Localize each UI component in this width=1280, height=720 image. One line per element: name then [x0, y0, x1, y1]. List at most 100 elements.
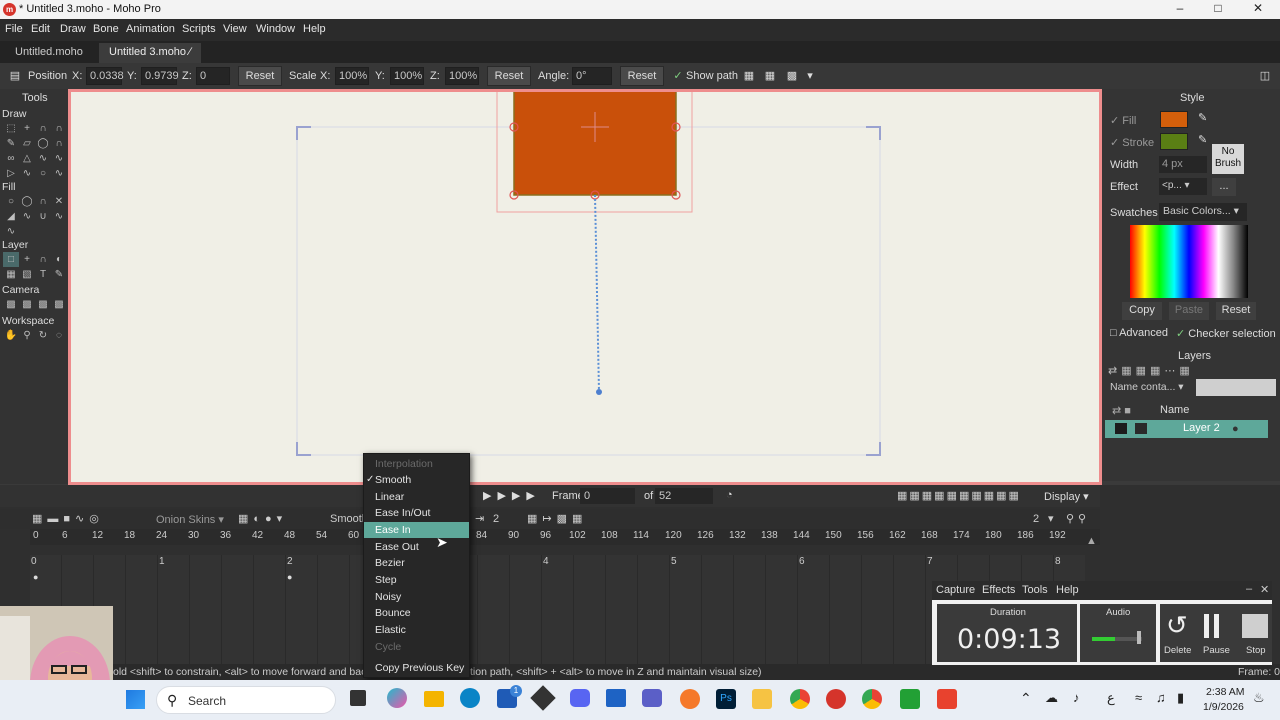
no-brush-button[interactable]: No Brush [1212, 144, 1244, 174]
end-frame-field[interactable]: 52 [655, 488, 713, 504]
canvas[interactable] [71, 92, 1099, 482]
advanced-checkbox[interactable]: □ Advanced [1110, 327, 1168, 339]
stop-icon[interactable] [1242, 614, 1268, 638]
menu-item-bezier[interactable]: Bezier [364, 555, 469, 571]
timeline-tracks[interactable]: 0 1 2 4 5 6 7 8 ● ● [30, 555, 1085, 665]
audio-icon[interactable]: ◔ [726, 489, 733, 501]
position-y-field[interactable]: 0.9739 [141, 67, 179, 85]
option-icon-2[interactable]: ▦ [763, 69, 777, 83]
menu-item-linear[interactable]: Linear [364, 489, 469, 505]
recorder-tab-help[interactable]: Help [1056, 584, 1079, 596]
pause-label[interactable]: Pause [1203, 645, 1230, 656]
notifications-bell-icon[interactable]: ♨ [1253, 690, 1265, 706]
menu-item-step[interactable]: Step [364, 572, 469, 588]
keys-field[interactable]: 2 [493, 513, 499, 525]
delete-label[interactable]: Delete [1164, 645, 1191, 656]
menu-file[interactable]: File [5, 23, 23, 35]
layers-filter-input[interactable] [1196, 379, 1276, 396]
fill-tools[interactable]: ○ ◯ ∩ ✕ ◢ ∿ ∪ ∿ ∿ [3, 194, 67, 239]
option-icon-1[interactable]: ▦ [742, 69, 756, 83]
stroke-color-swatch[interactable] [1160, 133, 1188, 150]
blender-icon[interactable] [680, 689, 700, 709]
menu-help[interactable]: Help [303, 23, 326, 35]
sticky-notes-icon[interactable] [752, 689, 772, 709]
menu-item-noisy[interactable]: Noisy [364, 589, 469, 605]
battery-icon[interactable]: ▮ [1177, 690, 1184, 706]
reset-style-button[interactable]: Reset [1216, 302, 1256, 320]
fill-brush-icon[interactable]: ✎ [1198, 111, 1207, 124]
app-icon-green[interactable] [900, 689, 920, 709]
chrome-profile-icon[interactable] [862, 689, 882, 709]
onion-skins-dropdown[interactable]: Onion Skins ▾ [156, 513, 224, 526]
menu-view[interactable]: View [223, 23, 247, 35]
layer-row[interactable]: Layer 2 ● [1105, 420, 1268, 438]
menu-item-ease-out[interactable]: Ease Out [364, 539, 469, 555]
scale-x-field[interactable]: 100% [335, 67, 369, 85]
close-icon[interactable]: ✕ [1248, 1, 1268, 18]
color-swatch-palette[interactable] [1130, 225, 1248, 298]
tray-cloud-icon[interactable]: ☁ [1045, 690, 1058, 706]
task-view-icon[interactable] [350, 690, 366, 706]
zoom-icons[interactable]: ⚲⚲ [1066, 512, 1090, 525]
timeline-tool-icons[interactable]: ▦▬■∿◎ [32, 512, 104, 525]
keyframe-tool-icons[interactable]: ▦◐●▾ [238, 512, 287, 525]
position-x-field[interactable]: 0.0338 [86, 67, 124, 85]
menu-item-bounce[interactable]: Bounce [364, 605, 469, 621]
menu-bone[interactable]: Bone [93, 23, 119, 35]
playback-controls[interactable]: ▶▶▶▶ [483, 489, 541, 502]
zoom-dropdown-icon[interactable]: ▾ [1048, 512, 1054, 525]
workspace-tools[interactable]: ✋ ⚲ ↻ ◌ [3, 328, 67, 343]
panel-toggle-icon[interactable]: ◫ [1258, 69, 1272, 83]
camera-tools[interactable]: ▩ ▩ ▩ ▩ [3, 297, 67, 312]
layer-tools[interactable]: □ + ∩ ◐ ▦ ▧ T ✎ [3, 252, 67, 282]
menu-item-copy-previous-key[interactable]: Copy Previous Key [364, 660, 469, 676]
windows-start-icon[interactable] [126, 690, 145, 709]
angle-field[interactable]: 0° [572, 67, 612, 85]
checker-selection-checkbox[interactable]: ✓ Checker selection [1176, 327, 1276, 340]
zoom-field[interactable]: 2 [1033, 513, 1039, 525]
recorder-close-icon[interactable]: ✕ [1260, 583, 1269, 596]
menu-item-elastic[interactable]: Elastic [364, 622, 469, 638]
paste-style-button[interactable]: Paste [1169, 302, 1209, 320]
view-mode-icons[interactable]: ▦▦▦▦▦▦▦▦▦▦ [897, 489, 1021, 502]
timeline-edit-icons[interactable]: ▦↦▩▦ [527, 512, 587, 525]
photoshop-icon[interactable]: Ps [716, 689, 736, 709]
copilot-icon[interactable] [387, 688, 407, 708]
menu-item-ease-in-out[interactable]: Ease In/Out [364, 505, 469, 521]
keyframe-marker[interactable]: ● [33, 572, 38, 582]
menu-draw[interactable]: Draw [60, 23, 86, 35]
recorder-tab-tools[interactable]: Tools [1022, 584, 1048, 596]
frame-ruler[interactable]: 0 6 12 18 24 30 36 42 48 54 60 84 90 96 … [30, 529, 1100, 545]
app-icon-cube[interactable] [530, 685, 556, 711]
fill-color-swatch[interactable] [1160, 111, 1188, 128]
app-icon-blue[interactable] [606, 689, 626, 707]
recorder-minimize-icon[interactable]: – [1246, 583, 1252, 595]
effect-options-button[interactable]: ... [1212, 178, 1236, 196]
moho-taskbar-icon[interactable] [826, 689, 846, 709]
clock-time[interactable]: 2:38 AM [1206, 686, 1245, 698]
menu-window[interactable]: Window [256, 23, 295, 35]
edge-icon[interactable] [460, 688, 480, 708]
maximize-icon[interactable]: □ [1208, 1, 1228, 18]
chrome-icon[interactable] [790, 689, 810, 709]
language-indicator[interactable]: ع [1107, 690, 1115, 706]
tray-chevron-icon[interactable]: ⌃ [1020, 690, 1032, 707]
layers-filter-dropdown[interactable]: Name conta... ▾ [1106, 379, 1191, 396]
file-explorer-icon[interactable] [424, 691, 444, 707]
menu-item-ease-in[interactable]: Ease In [364, 522, 469, 538]
lock-icon[interactable]: ▤ [8, 69, 22, 83]
pause-icon[interactable] [1204, 614, 1209, 638]
audio-slider-thumb[interactable] [1137, 631, 1141, 644]
microphone-icon[interactable]: ♪ [1073, 690, 1080, 705]
stop-label[interactable]: Stop [1246, 645, 1266, 656]
teams-icon[interactable] [642, 689, 662, 707]
minimize-icon[interactable]: – [1170, 1, 1190, 18]
clock-date[interactable]: 1/9/2026 [1203, 701, 1244, 713]
frame-field[interactable]: 0 [580, 488, 635, 504]
reset-position-button[interactable]: Reset [238, 66, 282, 86]
menu-edit[interactable]: Edit [31, 23, 50, 35]
width-field[interactable]: 4 px [1159, 156, 1207, 173]
key-nav-icon[interactable]: ⇥ [475, 512, 484, 525]
swatches-dropdown[interactable]: Basic Colors... ▾ [1159, 203, 1247, 221]
taskbar-search[interactable]: ⚲ Search [156, 686, 336, 714]
